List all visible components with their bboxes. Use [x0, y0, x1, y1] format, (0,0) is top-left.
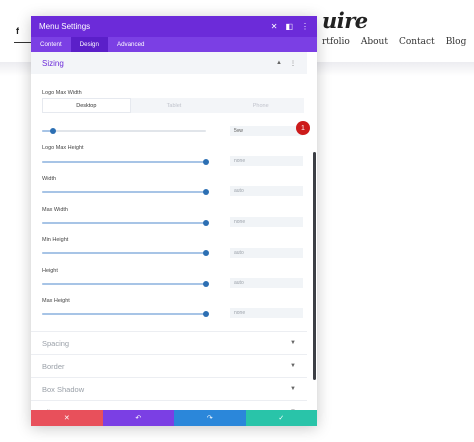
slider-fill — [42, 313, 206, 315]
slider-track — [42, 130, 206, 132]
cancel-button[interactable]: ✕ — [31, 410, 103, 426]
max-width-slider[interactable] — [42, 220, 209, 226]
save-button[interactable]: ✓ — [245, 410, 317, 426]
slider-thumb[interactable] — [203, 189, 209, 195]
field-label: Max Width — [42, 207, 68, 213]
device-tab-phone[interactable]: Phone — [217, 98, 304, 113]
settings-modal: Menu Settings ✕ ◧ ⋮ Content Design Advan… — [31, 16, 317, 426]
slider-thumb[interactable] — [203, 220, 209, 226]
site-nav: rtfolio About Contact Blog — [322, 37, 466, 47]
redo-icon: ↷ — [206, 415, 213, 422]
check-icon: ✓ — [278, 415, 285, 422]
section-title: Border — [42, 361, 65, 371]
close-icon[interactable]: ✕ — [271, 22, 278, 31]
slider-thumb[interactable] — [203, 281, 209, 287]
device-tabs: Desktop Tablet Phone — [42, 98, 304, 113]
redo-button[interactable]: ↷ — [174, 410, 246, 426]
modal-header[interactable]: Menu Settings ✕ ◧ ⋮ — [31, 16, 317, 37]
modal-tabs: Content Design Advanced — [31, 37, 317, 52]
more-options-icon[interactable]: ⋮ — [290, 60, 296, 67]
slider-thumb[interactable] — [50, 128, 57, 134]
nav-item-about[interactable]: About — [361, 37, 388, 47]
width-input[interactable]: auto — [230, 186, 303, 196]
device-tab-tablet[interactable]: Tablet — [131, 98, 218, 113]
width-slider[interactable] — [42, 189, 209, 195]
section-title: Sizing — [42, 58, 64, 68]
max-height-slider[interactable] — [42, 311, 209, 317]
tab-design[interactable]: Design — [70, 37, 108, 52]
slider-fill — [42, 252, 206, 254]
nav-item-portfolio[interactable]: rtfolio — [322, 37, 350, 47]
section-tools: ▲ ⋮ — [276, 60, 296, 67]
tab-advanced[interactable]: Advanced — [108, 37, 154, 52]
scrollbar[interactable] — [313, 152, 316, 380]
field-label: Logo Max Height — [42, 145, 84, 151]
slider-thumb[interactable] — [203, 159, 209, 165]
section-box-shadow[interactable]: Box Shadow ▼ — [31, 377, 307, 400]
height-slider[interactable] — [42, 281, 209, 287]
split-view-icon[interactable]: ◧ — [285, 22, 293, 31]
modal-header-icons: ✕ ◧ ⋮ — [271, 22, 309, 31]
chevron-down-icon: ▼ — [290, 363, 296, 369]
logo-max-width-slider[interactable] — [42, 128, 206, 134]
sizing-section-header[interactable]: Sizing ▲ ⋮ — [31, 52, 307, 74]
facebook-icon[interactable]: f — [16, 26, 19, 36]
min-height-slider[interactable] — [42, 250, 209, 256]
more-options-icon[interactable]: ⋮ — [301, 22, 309, 31]
slider-fill — [42, 161, 206, 163]
height-input[interactable]: auto — [230, 278, 303, 288]
chevron-down-icon: ▼ — [290, 386, 296, 392]
undo-icon: ↶ — [135, 415, 142, 422]
chevron-up-icon[interactable]: ▲ — [276, 60, 282, 67]
section-title: Box Shadow — [42, 384, 85, 394]
nav-item-blog[interactable]: Blog — [446, 37, 467, 47]
modal-title: Menu Settings — [39, 22, 91, 31]
field-label: Logo Max Width — [42, 90, 82, 96]
device-tab-desktop[interactable]: Desktop — [42, 98, 131, 113]
chevron-down-icon: ▼ — [290, 340, 296, 346]
tab-content[interactable]: Content — [31, 37, 71, 52]
slider-thumb[interactable] — [203, 250, 209, 256]
field-label: Width — [42, 176, 57, 182]
step-badge: 1 — [296, 121, 310, 135]
field-label: Height — [42, 268, 58, 274]
slider-thumb[interactable] — [203, 311, 209, 317]
modal-footer: ✕ ↶ ↷ ✓ — [31, 410, 317, 426]
page: f uire rtfolio About Contact Blog Menu S… — [0, 0, 474, 442]
max-height-input[interactable]: none — [230, 308, 303, 318]
undo-button[interactable]: ↶ — [102, 410, 174, 426]
nav-item-contact[interactable]: Contact — [399, 37, 435, 47]
field-label: Min Height — [42, 237, 69, 243]
logo-max-height-slider[interactable] — [42, 159, 209, 165]
logo-max-width-input[interactable]: 5vw — [230, 126, 303, 136]
modal-body: Sizing ▲ ⋮ Logo Max Width Desktop Tablet… — [31, 52, 317, 426]
section-border[interactable]: Border ▼ — [31, 354, 307, 377]
max-width-input[interactable]: none — [230, 217, 303, 227]
slider-fill — [42, 283, 206, 285]
section-title: Spacing — [42, 338, 70, 348]
slider-fill — [42, 191, 206, 193]
min-height-input[interactable]: auto — [230, 248, 303, 258]
logo-max-height-input[interactable]: none — [230, 156, 303, 166]
section-spacing[interactable]: Spacing ▼ — [31, 331, 307, 354]
close-icon: ✕ — [63, 415, 70, 422]
field-label: Max Height — [42, 298, 70, 304]
slider-fill — [42, 222, 206, 224]
site-logo[interactable]: uire — [322, 8, 368, 33]
